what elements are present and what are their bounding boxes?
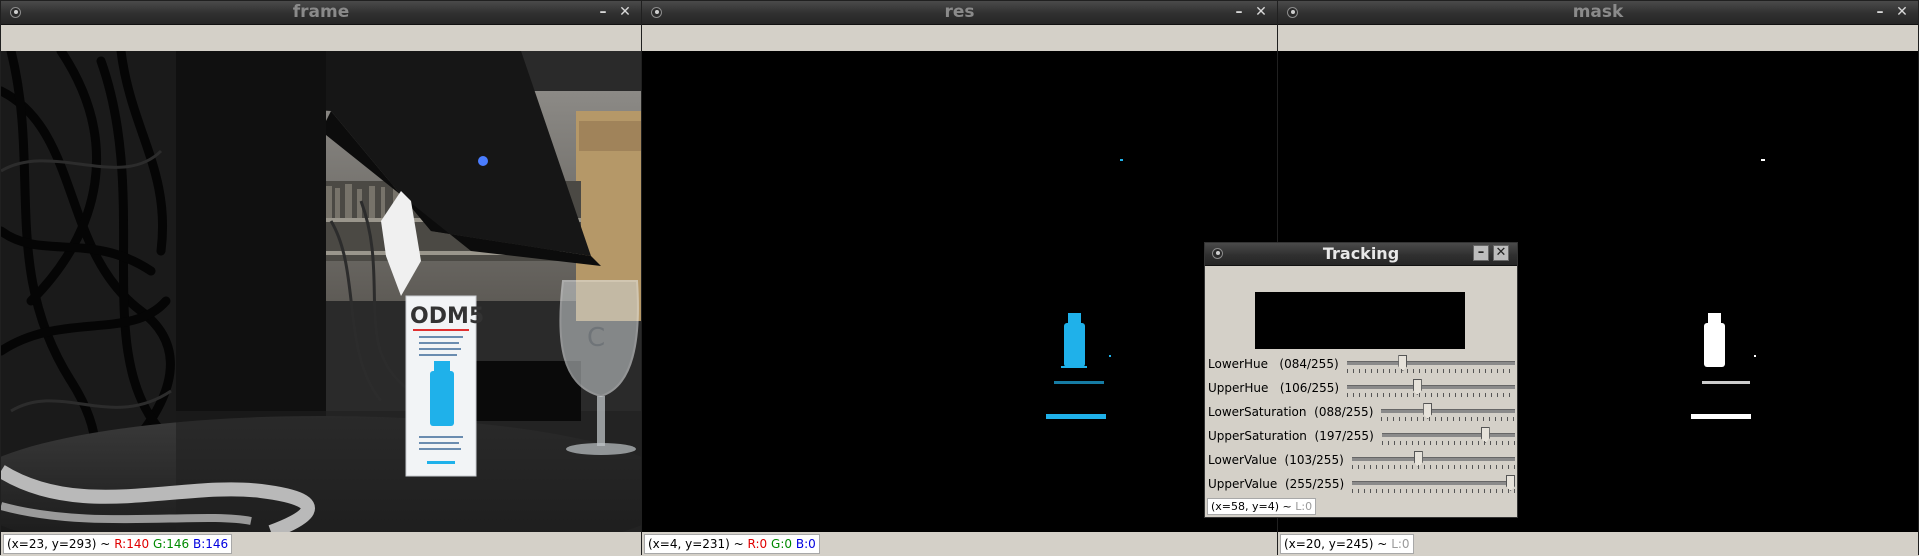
window-title: frame bbox=[292, 2, 350, 22]
toolbar-strip bbox=[1205, 266, 1517, 288]
minimize-icon[interactable]: – bbox=[1872, 4, 1888, 20]
glass-logo-text: C bbox=[587, 323, 605, 353]
status-green: G:0 bbox=[771, 537, 793, 551]
trackbar-label: UpperValue (255/255) bbox=[1208, 477, 1345, 491]
trackbar-track[interactable] bbox=[1381, 403, 1515, 419]
frame-window: frame – ✕ C ODM5 (x=23, y=293) ~ R:140 G… bbox=[0, 0, 642, 556]
tracking-preview bbox=[1255, 292, 1465, 349]
status-coords: (x=23, y=293) ~ bbox=[7, 537, 111, 551]
minimize-icon[interactable]: – bbox=[1231, 4, 1247, 20]
status-green: G:146 bbox=[152, 537, 190, 551]
trackbar-label: LowerSaturation (088/255) bbox=[1208, 405, 1374, 419]
odm5-box: ODM5 bbox=[405, 295, 484, 477]
pixel-readout: (x=20, y=245) ~ L:0 bbox=[1280, 534, 1414, 554]
status-blue: B:0 bbox=[795, 537, 816, 551]
box-brand-text: ODM5 bbox=[410, 304, 484, 329]
trackbar-track[interactable] bbox=[1382, 427, 1515, 443]
status-blue: B:146 bbox=[193, 537, 229, 551]
close-icon[interactable]: ✕ bbox=[1253, 4, 1269, 20]
window-title: res bbox=[944, 2, 975, 22]
minimize-icon[interactable]: – bbox=[1473, 245, 1489, 261]
minimize-icon[interactable]: – bbox=[595, 4, 611, 20]
trackbar-ticks bbox=[1347, 369, 1515, 373]
trackbar-lower-hue: LowerHue (084/255) bbox=[1205, 355, 1517, 379]
status-red: R:0 bbox=[747, 537, 768, 551]
trackbar-label: UpperSaturation (197/255) bbox=[1208, 429, 1374, 443]
masked-result-scene bbox=[642, 51, 1277, 532]
res-window: res – ✕ (x=4, y=231) ~ R:0 G:0 B:0 bbox=[641, 0, 1278, 556]
status-coords: (x=20, y=245) ~ bbox=[1284, 537, 1388, 551]
tracking-titlebar[interactable]: Tracking – ✕ bbox=[1205, 243, 1517, 266]
tracking-statusbar: (x=58, y=4) ~ L:0 bbox=[1205, 497, 1517, 517]
status-coords: (x=58, y=4) ~ bbox=[1211, 500, 1292, 513]
trackbar-lower-value: LowerValue (103/255) bbox=[1205, 451, 1517, 475]
close-icon[interactable]: ✕ bbox=[617, 4, 633, 20]
pixel-readout: (x=4, y=231) ~ R:0 G:0 B:0 bbox=[644, 534, 820, 554]
window-title: mask bbox=[1572, 2, 1624, 22]
trackbar-ticks bbox=[1352, 489, 1515, 493]
trackbar-track[interactable] bbox=[1347, 355, 1515, 371]
close-icon[interactable]: ✕ bbox=[1493, 245, 1509, 261]
trackbar-label: LowerValue (103/255) bbox=[1208, 453, 1344, 467]
close-icon[interactable]: ✕ bbox=[1894, 4, 1910, 20]
mask-titlebar[interactable]: mask – ✕ bbox=[1278, 1, 1918, 25]
toolbar-strip bbox=[1, 25, 641, 51]
trackbar-lower-saturation: LowerSaturation (088/255) bbox=[1205, 403, 1517, 427]
trackbar-track[interactable] bbox=[1352, 451, 1515, 467]
trackbar-track[interactable] bbox=[1352, 475, 1515, 491]
mask-statusbar: (x=20, y=245) ~ L:0 bbox=[1278, 532, 1918, 556]
toolbar-strip bbox=[1278, 25, 1918, 51]
trackbar-label: UpperHue (106/255) bbox=[1208, 381, 1340, 395]
trackbar-ticks bbox=[1381, 417, 1515, 421]
camera-frame-scene: C ODM5 bbox=[1, 51, 641, 532]
frame-image[interactable]: C ODM5 bbox=[1, 51, 641, 532]
trackbar-ticks bbox=[1352, 465, 1515, 469]
toolbar-strip bbox=[642, 25, 1277, 51]
status-coords: (x=4, y=231) ~ bbox=[648, 537, 744, 551]
tracking-title: Tracking bbox=[1322, 244, 1400, 263]
res-titlebar[interactable]: res – ✕ bbox=[642, 1, 1277, 25]
trackbar-ticks bbox=[1347, 393, 1515, 397]
status-luminance: L:0 bbox=[1391, 537, 1410, 551]
frame-statusbar: (x=23, y=293) ~ R:140 G:146 B:146 bbox=[1, 532, 641, 556]
res-image[interactable] bbox=[642, 51, 1277, 532]
frame-titlebar[interactable]: frame – ✕ bbox=[1, 1, 641, 25]
trackbar-upper-hue: UpperHue (106/255) bbox=[1205, 379, 1517, 403]
pixel-readout: (x=23, y=293) ~ R:140 G:146 B:146 bbox=[3, 534, 233, 554]
trackbar-label: LowerHue (084/255) bbox=[1208, 357, 1339, 371]
status-luminance: L:0 bbox=[1295, 500, 1313, 513]
pixel-readout: (x=58, y=4) ~ L:0 bbox=[1207, 498, 1317, 515]
tracking-window: Tracking – ✕ LowerHue (084/255) UpperHue… bbox=[1204, 242, 1518, 518]
trackbar-ticks bbox=[1382, 441, 1515, 445]
trackbar-upper-saturation: UpperSaturation (197/255) bbox=[1205, 427, 1517, 451]
trackbar-upper-value: UpperValue (255/255) bbox=[1205, 475, 1517, 499]
res-statusbar: (x=4, y=231) ~ R:0 G:0 B:0 bbox=[642, 532, 1277, 556]
status-red: R:140 bbox=[114, 537, 150, 551]
trackbar-track[interactable] bbox=[1347, 379, 1515, 395]
